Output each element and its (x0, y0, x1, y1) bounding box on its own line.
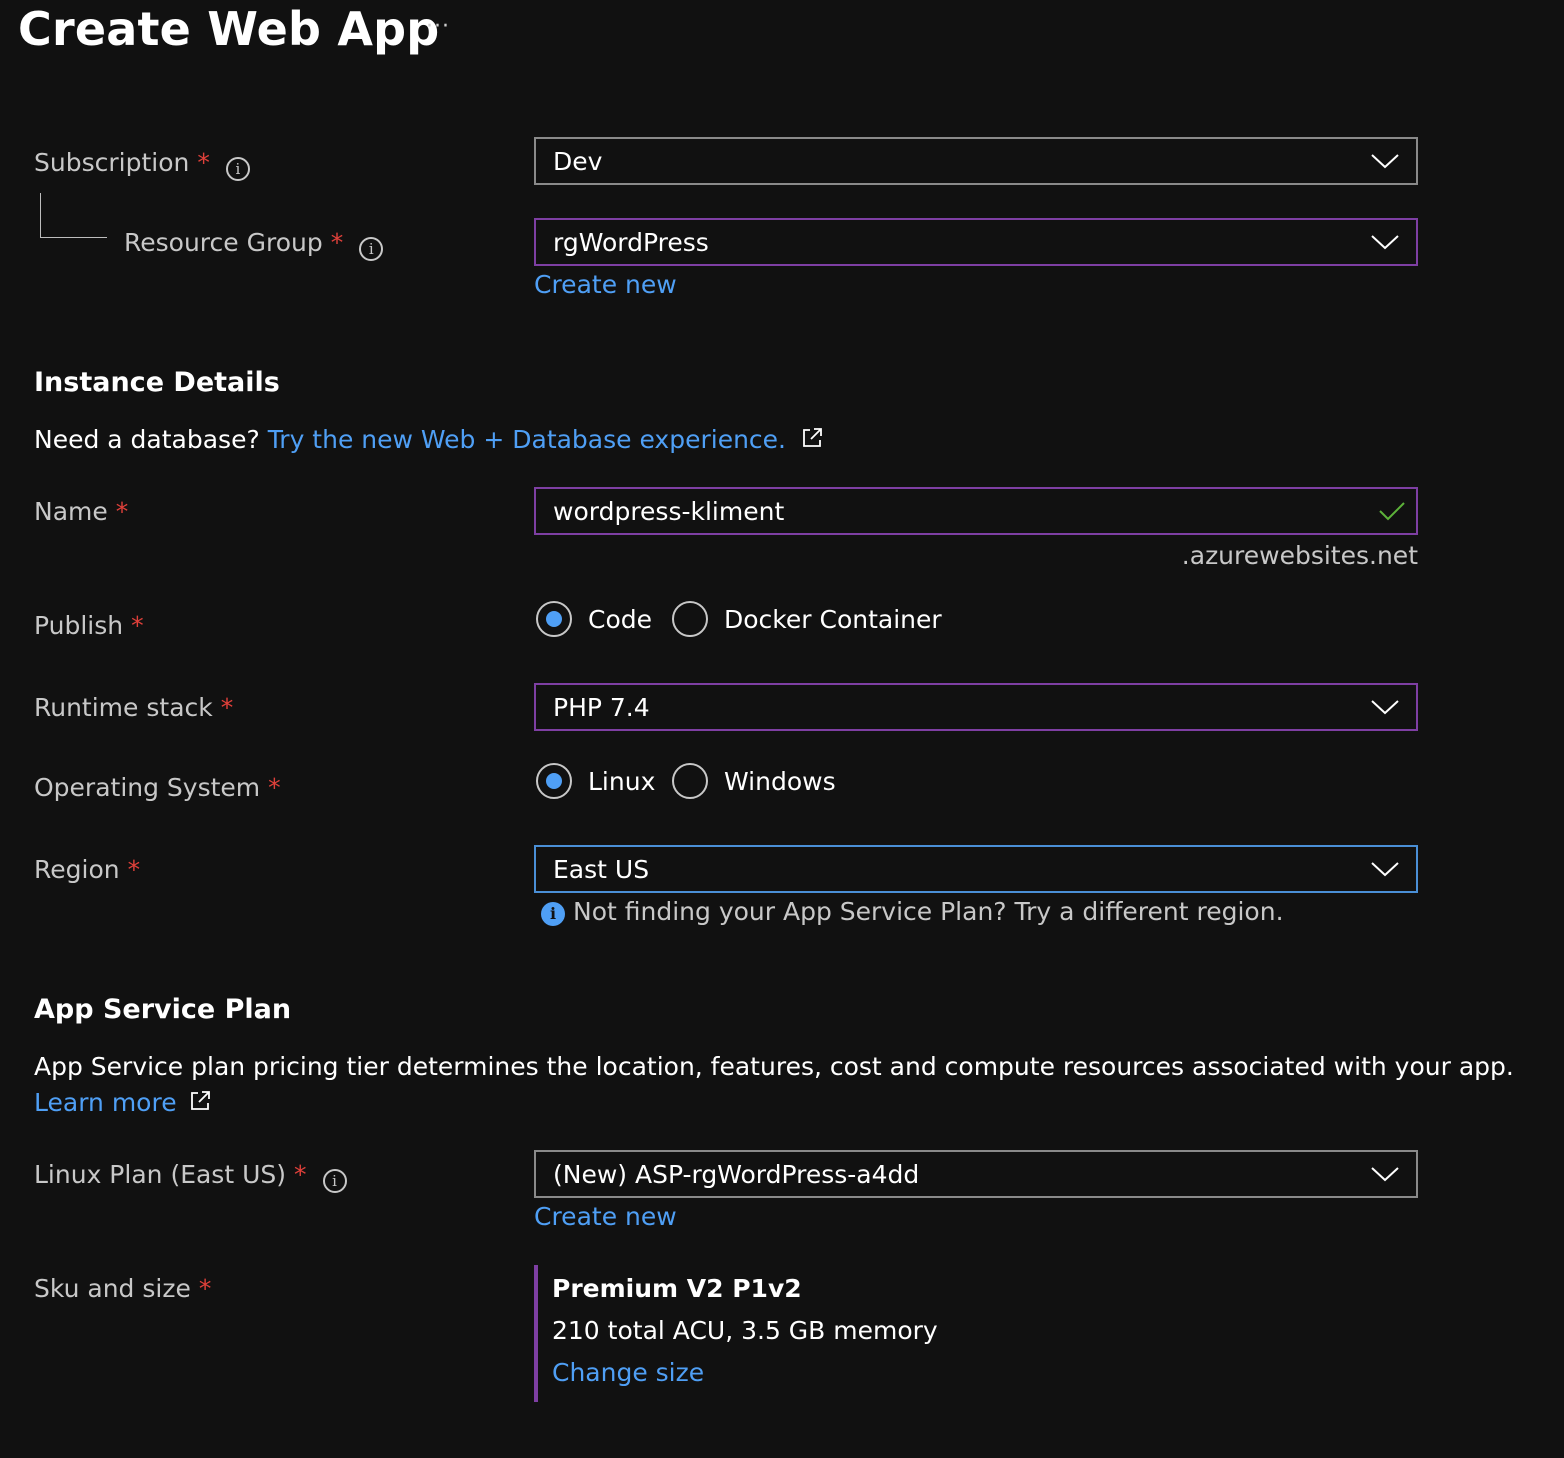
subscription-label: Subscription * i (34, 148, 250, 181)
more-options-button[interactable]: ··· (426, 14, 450, 39)
runtime-stack-label-text: Runtime stack (34, 693, 213, 722)
app-service-plan-heading: App Service Plan (34, 994, 292, 1025)
page-title: Create Web App (18, 2, 440, 56)
chevron-down-icon (1371, 862, 1399, 877)
sku-accent-bar (534, 1265, 538, 1402)
chevron-down-icon (1371, 154, 1399, 169)
required-marker: * (330, 228, 344, 257)
region-dropdown[interactable]: East US (534, 845, 1418, 893)
runtime-stack-dropdown[interactable]: PHP 7.4 (534, 683, 1418, 731)
subscription-label-text: Subscription (34, 148, 190, 177)
create-new-plan-link[interactable]: Create new (534, 1202, 677, 1231)
required-marker: * (198, 1274, 212, 1303)
required-marker: * (131, 611, 144, 640)
linux-plan-label: Linux Plan (East US) * i (34, 1160, 347, 1193)
domain-suffix: .azurewebsites.net (1181, 541, 1418, 570)
chevron-down-icon (1371, 1167, 1399, 1182)
name-value: wordpress-kliment (553, 497, 785, 526)
sku-size-label: Sku and size * (34, 1274, 211, 1303)
name-input[interactable]: wordpress-kliment (534, 487, 1418, 535)
linux-plan-label-text: Linux Plan (East US) (34, 1160, 287, 1189)
external-link-icon (803, 428, 822, 447)
linux-plan-dropdown[interactable]: (New) ASP-rgWordPress-a4dd (534, 1150, 1418, 1198)
region-value: East US (553, 855, 650, 884)
linux-plan-value: (New) ASP-rgWordPress-a4dd (553, 1160, 920, 1189)
plan-description: App Service plan pricing tier determines… (34, 1052, 1514, 1081)
required-marker: * (268, 773, 281, 802)
resource-group-dropdown[interactable]: rgWordPress (534, 218, 1418, 266)
region-hint-text: Not finding your App Service Plan? Try a… (573, 897, 1284, 926)
learn-more-link[interactable]: Learn more (34, 1088, 177, 1117)
create-new-resource-group-link[interactable]: Create new (534, 270, 677, 299)
sku-size-label-text: Sku and size (34, 1274, 191, 1303)
region-label: Region * (34, 855, 140, 884)
required-marker: * (127, 855, 141, 884)
database-prompt: Need a database? Try the new Web + Datab… (34, 425, 824, 454)
instance-details-heading: Instance Details (34, 367, 280, 398)
valid-check-icon (1379, 502, 1405, 521)
create-web-app-page: Create Web App ··· Subscription * i Dev Re… (0, 0, 1564, 1458)
info-icon[interactable]: i (322, 1169, 347, 1193)
external-link-icon (190, 1091, 210, 1110)
database-prompt-text: Need a database? (34, 425, 260, 454)
publish-docker-label[interactable]: Docker Container (724, 605, 942, 634)
info-filled-icon: i (541, 902, 565, 926)
os-windows-radio[interactable] (672, 763, 708, 799)
info-icon[interactable]: i (225, 157, 250, 181)
publish-docker-radio[interactable] (672, 601, 708, 637)
name-label: Name * (34, 497, 128, 526)
web-database-experience-link[interactable]: Try the new Web + Database experience. (268, 425, 786, 454)
subscription-dropdown[interactable]: Dev (534, 137, 1418, 185)
name-label-text: Name (34, 497, 108, 526)
change-size-link[interactable]: Change size (552, 1358, 704, 1387)
os-linux-label[interactable]: Linux (588, 767, 655, 796)
required-marker: * (294, 1160, 307, 1189)
runtime-stack-label: Runtime stack * (34, 693, 233, 722)
required-marker: * (220, 693, 234, 722)
chevron-down-icon (1371, 235, 1399, 250)
operating-system-label-text: Operating System (34, 773, 261, 802)
runtime-stack-value: PHP 7.4 (553, 693, 650, 722)
operating-system-label: Operating System * (34, 773, 281, 802)
publish-label-text: Publish (34, 611, 124, 640)
publish-label: Publish * (34, 611, 144, 640)
publish-code-radio[interactable] (536, 601, 572, 637)
resource-group-label-text: Resource Group (124, 228, 323, 257)
learn-more: Learn more (34, 1088, 212, 1117)
os-windows-label[interactable]: Windows (724, 767, 836, 796)
required-marker: * (115, 497, 129, 526)
tree-connector-line (40, 193, 107, 238)
chevron-down-icon (1371, 700, 1399, 715)
subscription-value: Dev (553, 147, 603, 176)
publish-code-label[interactable]: Code (588, 605, 652, 634)
os-linux-radio[interactable] (536, 763, 572, 799)
info-icon[interactable]: i (359, 237, 384, 261)
sku-name: Premium V2 P1v2 (552, 1274, 802, 1303)
sku-details: 210 total ACU, 3.5 GB memory (552, 1316, 938, 1345)
resource-group-label: Resource Group * i (124, 228, 384, 261)
required-marker: * (197, 148, 210, 177)
region-label-text: Region (34, 855, 120, 884)
resource-group-value: rgWordPress (553, 228, 709, 257)
region-hint: i Not finding your App Service Plan? Try … (541, 897, 1284, 926)
